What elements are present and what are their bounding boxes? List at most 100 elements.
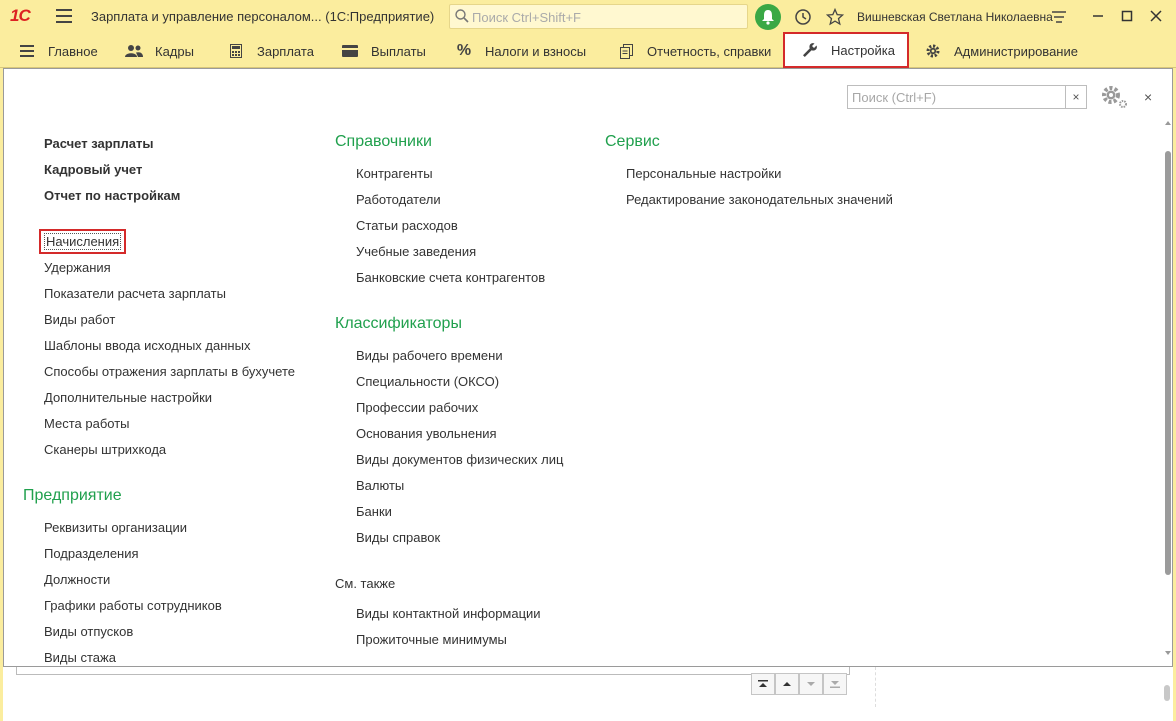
- go-up-icon[interactable]: [775, 673, 799, 695]
- scroll-down-icon[interactable]: [1164, 649, 1172, 657]
- link-counterparties[interactable]: Контрагенты: [356, 166, 433, 181]
- app-title: Зарплата и управление персоналом... (1С:…: [91, 9, 435, 24]
- link-org-details[interactable]: Реквизиты организации: [44, 520, 187, 535]
- scroll-thumb[interactable]: [1165, 151, 1171, 575]
- link-counterparty-bank-accounts[interactable]: Банковские счета контрагентов: [356, 270, 545, 285]
- gear-icon: [924, 43, 942, 59]
- link-subsistence-minimums[interactable]: Прожиточные минимумы: [356, 632, 507, 647]
- search-clear-icon[interactable]: ×: [1066, 85, 1087, 109]
- panel-scrollbar[interactable]: [1164, 119, 1172, 659]
- nav-hr-label: Кадры: [155, 43, 194, 59]
- link-payroll-indicators[interactable]: Показатели расчета зарплаты: [44, 286, 226, 301]
- link-certificate-types[interactable]: Виды справок: [356, 530, 440, 545]
- link-id-document-types[interactable]: Виды документов физических лиц: [356, 452, 563, 467]
- section-directories-title: Справочники: [335, 133, 432, 150]
- nav-admin-label: Администрирование: [954, 43, 1078, 59]
- nav-settings-label: Настройка: [831, 42, 895, 58]
- link-specialties[interactable]: Специальности (ОКСО): [356, 374, 499, 389]
- link-hr-records[interactable]: Кадровый учет: [44, 162, 142, 177]
- title-bar: 1С Зарплата и управление персоналом... (…: [0, 0, 1176, 34]
- global-search-placeholder: Поиск Ctrl+Shift+F: [472, 10, 581, 25]
- link-working-time-types[interactable]: Виды рабочего времени: [356, 348, 503, 363]
- reports-icon: [617, 43, 635, 59]
- calculator-icon: [227, 43, 245, 59]
- link-deductions[interactable]: Удержания: [44, 260, 111, 275]
- wallet-icon: [341, 43, 359, 59]
- panel-search-input[interactable]: Поиск (Ctrl+F): [847, 85, 1066, 109]
- settings-menu-icon[interactable]: [1051, 9, 1067, 25]
- nav-reports-label: Отчетность, справки: [647, 43, 772, 59]
- link-currencies[interactable]: Валюты: [356, 478, 404, 493]
- nav-payments-label: Выплаты: [371, 43, 426, 59]
- link-additional-settings[interactable]: Дополнительные настройки: [44, 390, 212, 405]
- minimize-icon[interactable]: [1088, 6, 1108, 26]
- nav-main[interactable]: Главное: [18, 34, 98, 68]
- link-payroll-calc[interactable]: Расчет зарплаты: [44, 136, 153, 151]
- nav-salary[interactable]: Зарплата: [227, 34, 314, 68]
- link-work-schedules[interactable]: Графики работы сотрудников: [44, 598, 222, 613]
- link-vacation-types[interactable]: Виды отпусков: [44, 624, 133, 639]
- close-window-icon[interactable]: [1146, 6, 1166, 26]
- nav-salary-label: Зарплата: [257, 43, 314, 59]
- form-scroll-thumb[interactable]: [1164, 685, 1170, 701]
- link-contact-info-types[interactable]: Виды контактной информации: [356, 606, 541, 621]
- link-worker-professions[interactable]: Профессии рабочих: [356, 400, 478, 415]
- underlying-form: [3, 667, 1173, 721]
- section-see-also-title: См. также: [335, 576, 396, 591]
- link-work-types[interactable]: Виды работ: [44, 312, 115, 327]
- panel-search-placeholder: Поиск (Ctrl+F): [852, 90, 937, 105]
- go-down-icon[interactable]: [799, 673, 823, 695]
- nav-taxes[interactable]: % Налоги и взносы: [455, 34, 586, 68]
- notifications-bell-icon[interactable]: [755, 4, 781, 30]
- link-banks[interactable]: Банки: [356, 504, 392, 519]
- maximize-icon[interactable]: [1117, 6, 1137, 26]
- form-scrollbar[interactable]: [1163, 667, 1171, 721]
- nav-main-label: Главное: [48, 43, 98, 59]
- link-expense-items[interactable]: Статьи расходов: [356, 218, 458, 233]
- nav-taxes-label: Налоги и взносы: [485, 43, 587, 59]
- go-last-icon[interactable]: [823, 673, 847, 695]
- divider: [875, 667, 876, 707]
- panel-settings-gear-icon[interactable]: [1099, 83, 1129, 109]
- link-educational-institutions[interactable]: Учебные заведения: [356, 244, 476, 259]
- link-dismissal-reasons[interactable]: Основания увольнения: [356, 426, 497, 441]
- panel-close-icon[interactable]: ×: [1144, 89, 1152, 105]
- app-logo: 1С: [10, 6, 31, 25]
- history-icon[interactable]: [794, 8, 812, 26]
- scroll-up-icon[interactable]: [1164, 119, 1172, 127]
- main-menu-icon[interactable]: [56, 9, 72, 23]
- section-service-title: Сервис: [605, 133, 660, 150]
- go-first-icon[interactable]: [751, 673, 775, 695]
- link-departments[interactable]: Подразделения: [44, 546, 139, 561]
- nav-hr[interactable]: Кадры: [125, 34, 194, 68]
- wrench-icon: [801, 42, 819, 58]
- link-accounting-methods[interactable]: Способы отражения зарплаты в бухучете: [44, 364, 295, 379]
- favorites-star-icon[interactable]: [826, 8, 844, 26]
- link-positions[interactable]: Должности: [44, 572, 110, 587]
- percent-icon: %: [456, 42, 472, 59]
- section-navbar: Главное Кадры Зарплата Выплаты % Налоги …: [0, 32, 1176, 68]
- link-barcode-scanners[interactable]: Сканеры штрихкода: [44, 442, 166, 457]
- list-navigation-buttons: [751, 673, 847, 695]
- link-settings-report[interactable]: Отчет по настройкам: [44, 188, 180, 203]
- link-employers[interactable]: Работодатели: [356, 192, 441, 207]
- nav-admin[interactable]: Администрирование: [924, 34, 1078, 68]
- user-name[interactable]: Вишневская Светлана Николаевна: [857, 10, 1053, 24]
- nav-reports[interactable]: Отчетность, справки: [617, 34, 771, 68]
- link-accruals[interactable]: Начисления: [38, 229, 127, 254]
- link-workplaces[interactable]: Места работы: [44, 416, 130, 431]
- nav-settings[interactable]: Настройка: [783, 32, 909, 68]
- link-accruals-label: Начисления: [44, 233, 122, 250]
- link-seniority-types[interactable]: Виды стажа: [44, 650, 116, 665]
- section-classifiers-title: Классификаторы: [335, 315, 462, 332]
- people-icon: [125, 43, 143, 59]
- link-legislative-values[interactable]: Редактирование законодательных значений: [626, 192, 893, 207]
- link-input-templates[interactable]: Шаблоны ввода исходных данных: [44, 338, 250, 353]
- link-personal-settings[interactable]: Персональные настройки: [626, 166, 781, 181]
- menu-icon: [18, 43, 36, 59]
- nav-payments[interactable]: Выплаты: [341, 34, 426, 68]
- underlying-list: [16, 667, 850, 675]
- global-search-input[interactable]: Поиск Ctrl+Shift+F: [449, 4, 748, 29]
- section-enterprise-title: Предприятие: [23, 487, 122, 504]
- search-icon: [455, 9, 469, 23]
